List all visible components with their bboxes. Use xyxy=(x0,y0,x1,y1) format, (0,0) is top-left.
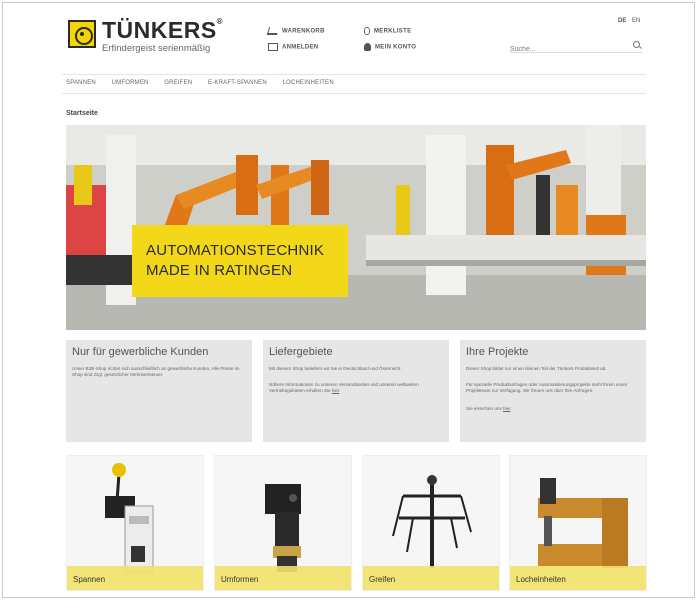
tile-label: Spannen xyxy=(73,575,106,584)
nav-item-e-kraft-spannen[interactable]: E-KRAFT-SPANNEN xyxy=(208,80,267,86)
info-box-delivery-areas: Liefergebiete Mit diesem Shop beliefern … xyxy=(263,340,449,442)
lang-en[interactable]: EN xyxy=(632,18,640,24)
search-input[interactable] xyxy=(510,46,620,53)
category-tile-locheinheiten[interactable]: Locheinheiten xyxy=(509,455,647,591)
nav-divider-bottom xyxy=(62,93,646,94)
nav-divider-top xyxy=(62,74,646,75)
brand-tagline: Erfindergeist serienmäßig xyxy=(102,43,211,54)
cart-link[interactable]: WARENKORB xyxy=(266,27,325,35)
tile-label: Locheinheiten xyxy=(516,575,566,584)
main-nav: SPANNEN UMFORMEN GREIFEN E-KRAFT-SPANNEN… xyxy=(66,80,348,86)
hero-headline-line1: AUTOMATIONSTECHNIK xyxy=(146,242,325,259)
tile-label: Greifen xyxy=(369,575,396,584)
user-icon xyxy=(364,43,371,51)
info-text: Für spezielle Produktanfragen oder Autom… xyxy=(466,382,628,393)
category-tile-spannen[interactable]: Spannen xyxy=(66,455,204,591)
info-text: Dieser Shop bildet nur einen kleinen Tei… xyxy=(466,366,607,371)
breadcrumb: Startseite xyxy=(66,110,98,117)
hero-banner[interactable]: AUTOMATIONSTECHNIK MADE IN RATINGEN xyxy=(66,125,646,330)
cart-icon xyxy=(266,27,280,35)
search-icon[interactable] xyxy=(633,41,640,48)
hero-headline-line2: MADE IN RATINGEN xyxy=(146,262,293,279)
brand-name: TÜNKERS® xyxy=(102,17,224,43)
login-icon xyxy=(268,43,278,51)
info-box-projects: Ihre Projekte Dieser Shop bildet nur ein… xyxy=(460,340,646,442)
info-text: Unser B2B-Shop richtet sich ausschließli… xyxy=(72,366,240,377)
account-link[interactable]: MEIN KONTO xyxy=(364,43,416,51)
info-box-business-customers: Nur für gewerbliche Kunden Unser B2B-Sho… xyxy=(66,340,252,442)
info-title: Liefergebiete xyxy=(269,346,333,358)
info-link[interactable]: hier xyxy=(332,388,339,393)
category-tile-umformen[interactable]: Umformen xyxy=(214,455,352,591)
nav-item-umformen[interactable]: UMFORMEN xyxy=(112,80,149,86)
gear-logo-icon xyxy=(68,20,96,48)
info-title: Ihre Projekte xyxy=(466,346,529,358)
brand-logo[interactable]: TÜNKERS® Erfindergeist serienmäßig xyxy=(68,17,258,54)
nav-item-greifen[interactable]: GREIFEN xyxy=(164,80,192,86)
paperclip-icon xyxy=(364,27,370,35)
tile-label: Umformen xyxy=(221,575,259,584)
nav-item-locheinheiten[interactable]: LOCHEINHEITEN xyxy=(283,80,334,86)
login-link[interactable]: ANMELDEN xyxy=(268,43,318,51)
nav-item-spannen[interactable]: SPANNEN xyxy=(66,80,96,86)
info-link[interactable]: hier xyxy=(503,406,510,411)
search-box[interactable] xyxy=(510,38,642,53)
info-text: Nähere Informationen zu unseren Versandk… xyxy=(269,382,419,393)
info-text: Sie erreichen uns hier. xyxy=(466,406,512,411)
lang-de[interactable]: DE xyxy=(618,18,626,24)
info-title: Nur für gewerbliche Kunden xyxy=(72,346,209,358)
info-text: Mit diesem Shop beliefern wir Sie in Deu… xyxy=(269,366,402,371)
hero-headline-box: AUTOMATIONSTECHNIK MADE IN RATINGEN xyxy=(132,225,348,297)
wishlist-link[interactable]: MERKLISTE xyxy=(364,27,411,35)
category-tile-greifen[interactable]: Greifen xyxy=(362,455,500,591)
